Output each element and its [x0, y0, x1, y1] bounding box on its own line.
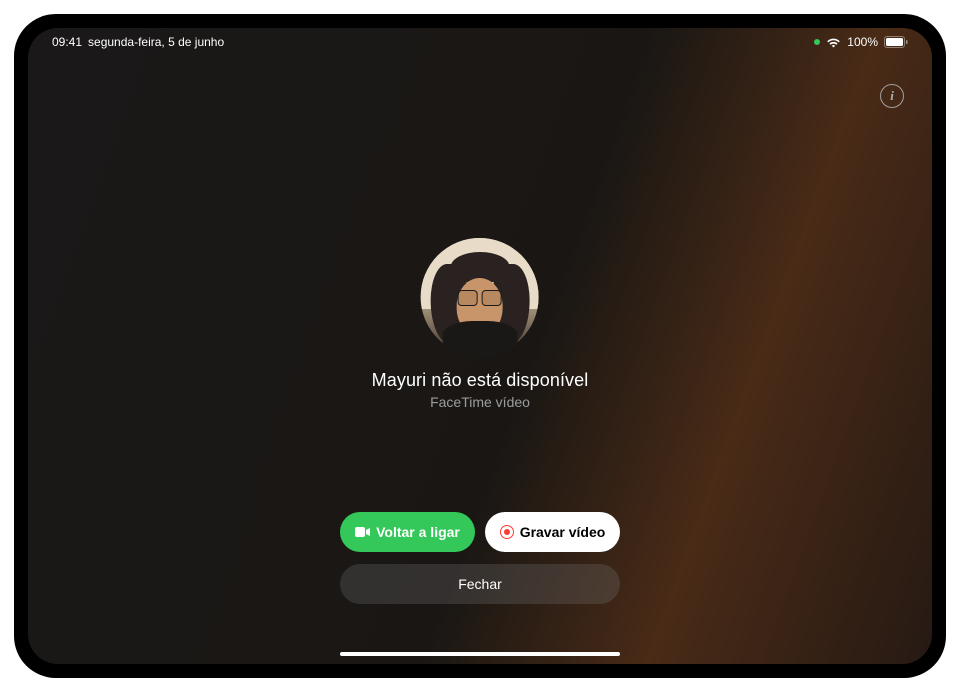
button-area: Voltar a ligar Gravar vídeo Fechar [340, 512, 620, 604]
status-left: 09:41 segunda-feira, 5 de junho [52, 35, 224, 49]
video-camera-icon [355, 527, 370, 537]
battery-icon [884, 36, 908, 48]
button-row: Voltar a ligar Gravar vídeo [340, 512, 620, 552]
record-video-button[interactable]: Gravar vídeo [485, 512, 620, 552]
status-bar: 09:41 segunda-feira, 5 de junho 100% [28, 28, 932, 52]
status-date: segunda-feira, 5 de junho [88, 35, 224, 49]
call-again-button[interactable]: Voltar a ligar [340, 512, 475, 552]
unavailable-title: Mayuri não está disponível [372, 370, 589, 391]
ipad-frame: 09:41 segunda-feira, 5 de junho 100% [14, 14, 946, 678]
call-type-subtitle: FaceTime vídeo [430, 394, 530, 410]
screen: 09:41 segunda-feira, 5 de junho 100% [28, 28, 932, 664]
status-time: 09:41 [52, 35, 82, 49]
center-content: Mayuri não está disponível FaceTime víde… [372, 238, 589, 410]
info-button[interactable]: i [880, 84, 904, 108]
battery-percent: 100% [847, 35, 878, 49]
contact-avatar [421, 238, 539, 356]
wifi-icon [826, 37, 841, 48]
camera-active-dot-icon [814, 39, 820, 45]
home-indicator[interactable] [340, 652, 620, 656]
call-again-label: Voltar a ligar [376, 524, 460, 540]
info-icon: i [890, 88, 894, 104]
record-icon [500, 525, 514, 539]
close-button[interactable]: Fechar [340, 564, 620, 604]
status-right: 100% [814, 35, 908, 49]
record-video-label: Gravar vídeo [520, 524, 606, 540]
close-label: Fechar [458, 576, 502, 592]
